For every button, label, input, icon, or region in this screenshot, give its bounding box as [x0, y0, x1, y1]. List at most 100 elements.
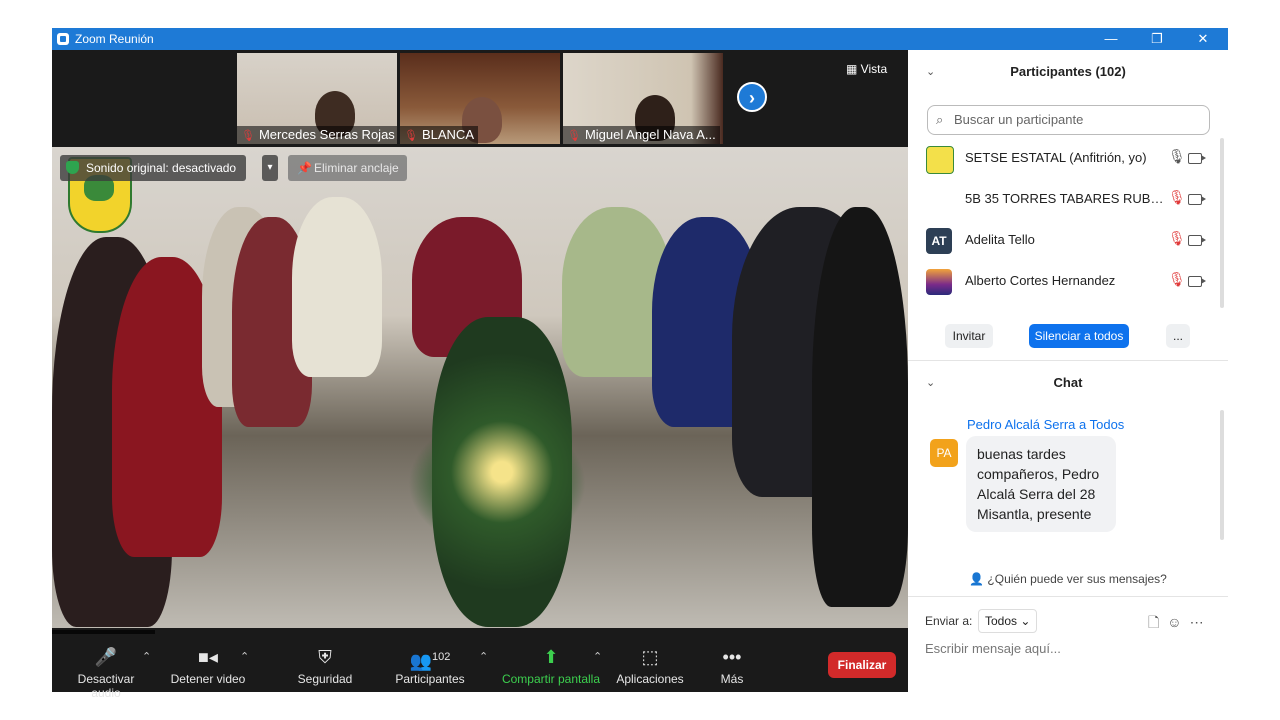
share-screen-icon: ⬆: [543, 647, 559, 667]
chat-message-input[interactable]: Escribir mensaje aquí...: [925, 641, 1061, 656]
chevron-down-icon: ⌄: [1020, 614, 1031, 628]
next-page-button[interactable]: ›: [737, 82, 767, 112]
collapse-chevron-icon[interactable]: ⌄: [926, 52, 935, 92]
video-camera-icon[interactable]: [1188, 194, 1206, 205]
chevron-down-icon[interactable]: ▾: [262, 155, 278, 181]
video-camera-icon[interactable]: [1188, 153, 1206, 164]
thumbnail-strip: 🎙 Mercedes Serras Rojas 🎙 BLANCA 🎙 Miguel A…: [52, 50, 908, 147]
zoom-app-icon: [57, 33, 69, 45]
send-to-label: Enviar a:: [925, 614, 973, 628]
view-button[interactable]: ▦ Vista: [846, 62, 887, 76]
participant-name: Alberto Cortes Hernandez: [965, 273, 1116, 288]
unpin-button[interactable]: 📌 Eliminar anclaje: [288, 155, 407, 181]
thumbnail-name: Miguel Angel Nava A...: [584, 127, 716, 142]
divider: [908, 360, 1228, 361]
more-label: Más: [720, 672, 744, 686]
mic-muted-icon[interactable]: 🎙: [1168, 271, 1186, 288]
original-sound-badge[interactable]: Sonido original: desactivado: [60, 155, 247, 181]
chat-sender[interactable]: Pedro Alcalá Serra a Todos: [967, 417, 1124, 432]
end-meeting-button[interactable]: Finalizar: [828, 652, 896, 678]
mic-muted-icon[interactable]: 🎙: [1168, 230, 1186, 247]
chevron-up-icon[interactable]: ⌃: [142, 650, 151, 663]
video-area: 🎙 Mercedes Serras Rojas 🎙 BLANCA 🎙 Miguel A…: [52, 50, 908, 650]
stop-video-label: Detener video: [170, 672, 246, 686]
shield-icon: ⛨: [318, 647, 332, 667]
mute-audio-label: Desactivar audio: [77, 672, 135, 700]
more-dots-icon[interactable]: ⋯: [1190, 614, 1212, 630]
participants-more-button[interactable]: ...: [1166, 324, 1190, 348]
file-icon[interactable]: 🗋: [1148, 614, 1167, 630]
participants-header: ⌄ Participantes (102): [908, 52, 1228, 92]
zoom-window: Zoom Reunión — ❐ ✕ 🎙 Mercedes Serras Roja…: [52, 28, 1228, 700]
search-placeholder: Buscar un participante: [954, 112, 1084, 127]
thumbnail-name: Mercedes Serras Rojas: [258, 127, 395, 142]
more-button[interactable]: ••• Más: [712, 634, 752, 692]
send-to-select[interactable]: Todos ⌄: [978, 609, 1038, 633]
apps-icon: ⬚: [641, 647, 659, 667]
chevron-up-icon[interactable]: ⌃: [593, 650, 602, 663]
share-screen-button[interactable]: ⬆ Compartir pantalla: [500, 634, 602, 692]
send-to-value: Todos: [985, 614, 1018, 628]
avatar: PA: [930, 439, 958, 467]
mic-muted-icon: 🎙: [567, 130, 581, 142]
mute-audio-button[interactable]: 🎤 Desactivar audio: [62, 634, 150, 700]
unpin-label: Eliminar anclaje: [314, 161, 399, 175]
participants-button[interactable]: 👥102 Participantes: [392, 634, 468, 692]
more-dots-icon: •••: [722, 647, 742, 667]
title-bar: Zoom Reunión — ❐ ✕: [52, 28, 1228, 50]
video-camera-icon[interactable]: [1188, 235, 1206, 246]
thumbnail-name: BLANCA: [421, 127, 474, 142]
mic-muted-icon[interactable]: 🎙: [1168, 189, 1186, 206]
thumbnail-video[interactable]: 🎙 BLANCA: [400, 53, 560, 144]
microphone-icon[interactable]: 🎙: [1168, 148, 1186, 165]
invite-button[interactable]: Invitar: [945, 324, 993, 348]
mic-muted-icon: 🎙: [241, 130, 255, 142]
emoji-icon[interactable]: ☺: [1167, 614, 1189, 630]
video-camera-icon[interactable]: [1188, 276, 1206, 287]
participant-search-input[interactable]: ⌕ Buscar un participante: [927, 105, 1210, 135]
divider: [908, 596, 1228, 597]
thumbnail-video[interactable]: 🎙 Mercedes Serras Rojas: [237, 53, 397, 144]
chevron-up-icon[interactable]: ⌃: [240, 650, 249, 663]
participants-count: 102: [432, 651, 451, 663]
share-screen-label: Compartir pantalla: [501, 672, 601, 686]
meeting-toolbar: 🎤 Desactivar audio ⌃ ■◂ Detener video ⌃ …: [52, 634, 908, 700]
stop-video-button[interactable]: ■◂ Detener video: [168, 634, 248, 692]
mic-muted-icon: 🎙: [404, 130, 418, 142]
view-label: Vista: [860, 62, 888, 76]
avatar: [926, 146, 954, 174]
close-button[interactable]: ✕: [1180, 28, 1226, 50]
security-button[interactable]: ⛨ Seguridad: [292, 634, 358, 692]
participant-name: SETSE ESTATAL (Anfitrión, yo): [965, 150, 1147, 165]
main-video[interactable]: Sonido original: desactivado ▾ 📌 Elimina…: [52, 147, 908, 628]
chat-scrollbar[interactable]: [1220, 410, 1224, 540]
participant-row[interactable]: SETSE ESTATAL (Anfitrión, yo) 🎙: [926, 138, 1216, 178]
chat-header: ⌄ Chat: [908, 363, 1228, 403]
original-sound-label: Sonido original: desactivado: [86, 161, 237, 175]
thumbnail-video[interactable]: 🎙 Miguel Angel Nava A...: [563, 53, 723, 144]
chat-title: Chat: [1053, 375, 1083, 390]
collapse-chevron-icon[interactable]: ⌄: [926, 363, 935, 403]
minimize-button[interactable]: —: [1088, 28, 1134, 50]
participant-row[interactable]: Alberto Cortes Hernandez 🎙: [926, 261, 1216, 301]
restore-button[interactable]: ❐: [1134, 28, 1180, 50]
grid-icon: ▦: [846, 62, 861, 76]
participant-name: Adelita Tello: [965, 232, 1035, 247]
participants-scrollbar[interactable]: [1220, 138, 1224, 308]
participant-name: 5B 35 TORRES TABARES RUBEN ...: [965, 191, 1165, 206]
side-panel: ⌄ Participantes (102) ⌕ Buscar un partic…: [908, 50, 1228, 692]
participant-row[interactable]: 5B 35 TORRES TABARES RUBEN ... 🎙: [926, 179, 1216, 219]
apps-label: Aplicaciones: [616, 672, 684, 686]
mute-all-button[interactable]: Silenciar a todos: [1029, 324, 1129, 348]
apps-button[interactable]: ⬚ Aplicaciones: [614, 634, 686, 692]
who-can-see-link[interactable]: 👤 ¿Quién puede ver sus mensajes?: [908, 572, 1228, 586]
who-can-see-label: ¿Quién puede ver sus mensajes?: [987, 572, 1167, 586]
participants-title: Participantes (102): [1010, 64, 1126, 79]
shield-icon: [66, 161, 79, 174]
participant-row[interactable]: AT Adelita Tello 🎙: [926, 220, 1216, 260]
microphone-icon: 🎤: [94, 647, 118, 667]
avatar: [926, 269, 952, 295]
chat-message: buenas tardes compañeros, Pedro Alcalá S…: [966, 436, 1116, 532]
chevron-up-icon[interactable]: ⌃: [479, 650, 488, 663]
video-camera-icon: ■◂: [198, 647, 218, 667]
